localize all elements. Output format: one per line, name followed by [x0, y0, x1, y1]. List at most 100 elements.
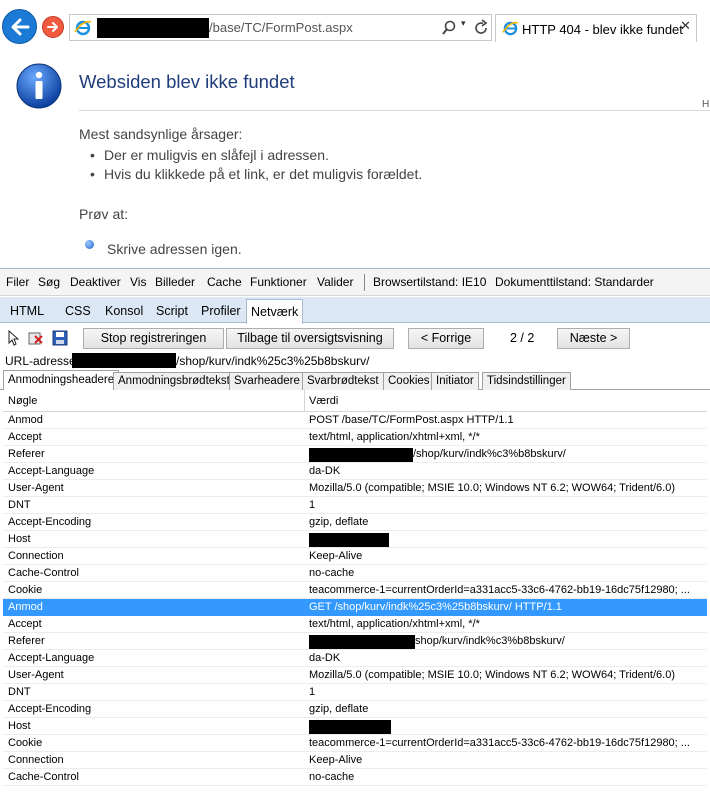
- table-row[interactable]: Referer shop/kurv/indk%c3%b8bskurv/: [3, 633, 707, 650]
- table-row[interactable]: Accept text/html, application/xhtml+xml, …: [3, 429, 707, 446]
- header-key: DNT: [8, 686, 31, 698]
- header-key: Accept: [8, 431, 42, 443]
- network-toolbar: Stop registreringen Tilbage til oversigt…: [0, 324, 710, 353]
- table-row[interactable]: Cache-Control no-cache: [3, 565, 707, 582]
- subtab-request-body[interactable]: Anmodningsbrødtekst: [113, 372, 235, 390]
- column-header-key[interactable]: Nøgle: [8, 395, 300, 407]
- table-row[interactable]: User-Agent Mozilla/5.0 (compatible; MSIE …: [3, 480, 707, 497]
- header-value: teacommerce-1=currentOrderId=a331acc5-33…: [309, 737, 690, 749]
- menu-file[interactable]: Filer: [6, 275, 29, 289]
- tab-html[interactable]: HTML: [10, 301, 44, 323]
- table-row[interactable]: Cookie teacommerce-1=currentOrderId=a331a…: [3, 582, 707, 599]
- table-row[interactable]: User-Agent Mozilla/5.0 (compatible; MSIE …: [3, 667, 707, 684]
- menu-disable[interactable]: Deaktiver: [70, 275, 121, 289]
- try-heading: Prøv at:: [79, 206, 129, 222]
- corner-letter: H: [702, 99, 710, 110]
- page-title: Websiden blev ikke fundet: [79, 71, 295, 92]
- subtab-request-headers[interactable]: Anmodningsheadere: [3, 370, 120, 391]
- select-element-icon[interactable]: [6, 330, 22, 346]
- table-row[interactable]: Cache-Control no-cache: [3, 769, 707, 786]
- header-key: Cache-Control: [8, 771, 79, 783]
- cause-item: Der er muligvis en slåfejl i adressen.: [90, 147, 329, 163]
- subtab-response-body[interactable]: Svarbrødtekst: [302, 372, 384, 390]
- redacted-block: [309, 635, 415, 649]
- forward-button[interactable]: [42, 16, 64, 38]
- table-row[interactable]: Connection Keep-Alive: [3, 548, 707, 565]
- back-button[interactable]: [2, 9, 37, 44]
- table-body: Anmod POST /base/TC/FormPost.aspx HTTP/1.…: [3, 412, 707, 786]
- header-key: Cookie: [8, 584, 43, 596]
- table-row[interactable]: Accept-Language da-DK: [3, 463, 707, 480]
- table-row[interactable]: Host: [3, 531, 707, 548]
- causes-heading: Mest sandsynlige årsager:: [79, 126, 243, 142]
- menu-tools[interactable]: Funktioner: [250, 275, 307, 289]
- menu-browser-mode[interactable]: Browsertilstand: IE10: [373, 275, 486, 289]
- browser-tab[interactable]: HTTP 404 - blev ikke fundet ✕: [495, 14, 697, 42]
- menu-cache[interactable]: Cache: [207, 275, 242, 289]
- header-value: text/html, application/xhtml+xml, */*: [309, 618, 480, 630]
- table-row[interactable]: Host: [3, 718, 707, 735]
- column-header-value[interactable]: Værdi: [309, 395, 701, 407]
- header-key: Host: [8, 720, 31, 732]
- header-value: da-DK: [309, 652, 341, 664]
- search-icon[interactable]: [440, 18, 458, 38]
- table-row[interactable]: Cookie teacommerce-1=currentOrderId=a331a…: [3, 735, 707, 752]
- subtab-initiator[interactable]: Initiator: [431, 372, 479, 390]
- next-button[interactable]: Næste >: [557, 328, 630, 349]
- refresh-icon[interactable]: [472, 18, 490, 38]
- table-row[interactable]: Referer/shop/kurv/indk%c3%b8bskurv/: [3, 446, 707, 463]
- header-value: no-cache: [309, 771, 355, 783]
- tab-css[interactable]: CSS: [65, 301, 91, 323]
- menu-separator: [364, 274, 365, 291]
- header-value: 1: [309, 686, 316, 698]
- tab-title: HTTP 404 - blev ikke fundet: [522, 22, 683, 37]
- menu-validate[interactable]: Valider: [317, 275, 353, 289]
- table-row[interactable]: Accept-Encoding gzip, deflate: [3, 701, 707, 718]
- header-value: text/html, application/xhtml+xml, */*: [309, 431, 480, 443]
- menu-view[interactable]: Vis: [130, 275, 146, 289]
- table-row[interactable]: Anmod GET /shop/kurv/indk%25c3%25b8bskurv…: [3, 599, 707, 616]
- table-row[interactable]: DNT 1: [3, 684, 707, 701]
- table-row[interactable]: Connection Keep-Alive: [3, 752, 707, 769]
- table-row[interactable]: DNT 1: [3, 497, 707, 514]
- tab-network[interactable]: Netværk: [246, 299, 304, 324]
- table-row[interactable]: Accept text/html, application/xhtml+xml, …: [3, 616, 707, 633]
- menu-document-mode[interactable]: Dokumenttilstand: Standarder: [495, 275, 654, 289]
- table-header: Nøgle Værdi: [3, 390, 707, 412]
- back-to-summary-button[interactable]: Tilbage til oversigtsvisning: [226, 328, 394, 349]
- table-row[interactable]: Accept-Encoding gzip, deflate: [3, 514, 707, 531]
- table-row[interactable]: Anmod POST /base/TC/FormPost.aspx HTTP/1.…: [3, 412, 707, 429]
- save-icon[interactable]: [52, 330, 68, 346]
- stop-recording-button[interactable]: Stop registreringen: [83, 328, 224, 349]
- tab-script[interactable]: Script: [156, 301, 188, 323]
- menu-search[interactable]: Søg: [38, 275, 60, 289]
- menu-images[interactable]: Billeder: [155, 275, 195, 289]
- column-divider[interactable]: [304, 390, 305, 412]
- browser-toolbar: /base/TC/FormPost.aspx ▾ HTTP 404 - blev…: [0, 0, 710, 50]
- subtab-cookies[interactable]: Cookies: [383, 372, 435, 390]
- address-bar[interactable]: /base/TC/FormPost.aspx ▾: [69, 14, 492, 41]
- header-value: shop/kurv/indk%c3%b8bskurv/: [309, 635, 701, 649]
- subtab-response-headers[interactable]: Svarheadere: [229, 372, 305, 390]
- tab-console[interactable]: Konsol: [105, 301, 143, 323]
- header-value: teacommerce-1=currentOrderId=a331acc5-33…: [309, 584, 690, 596]
- table-row[interactable]: Accept-Language da-DK: [3, 650, 707, 667]
- header-value: da-DK: [309, 465, 341, 477]
- header-key: DNT: [8, 499, 31, 511]
- tab-profiler[interactable]: Profiler: [201, 301, 241, 323]
- arrow-right-icon: [47, 22, 58, 32]
- header-value-text: /shop/kurv/indk%c3%b8bskurv/: [413, 448, 566, 460]
- header-key: Connection: [8, 550, 64, 562]
- header-key: Anmod: [8, 601, 43, 613]
- header-key: Cookie: [8, 737, 43, 749]
- clear-icon[interactable]: [28, 330, 44, 346]
- close-icon[interactable]: ✕: [680, 19, 691, 34]
- ie-logo-icon: [74, 20, 92, 36]
- header-key: Accept-Encoding: [8, 516, 92, 528]
- redacted-block: [309, 533, 389, 547]
- previous-button[interactable]: < Forrige: [408, 328, 484, 349]
- subtab-timings[interactable]: Tidsindstillinger: [482, 372, 571, 390]
- header-key: Accept-Encoding: [8, 703, 92, 715]
- chevron-down-icon[interactable]: ▾: [461, 19, 466, 29]
- cause-item: Hvis du klikkede på et link, er det muli…: [90, 166, 422, 182]
